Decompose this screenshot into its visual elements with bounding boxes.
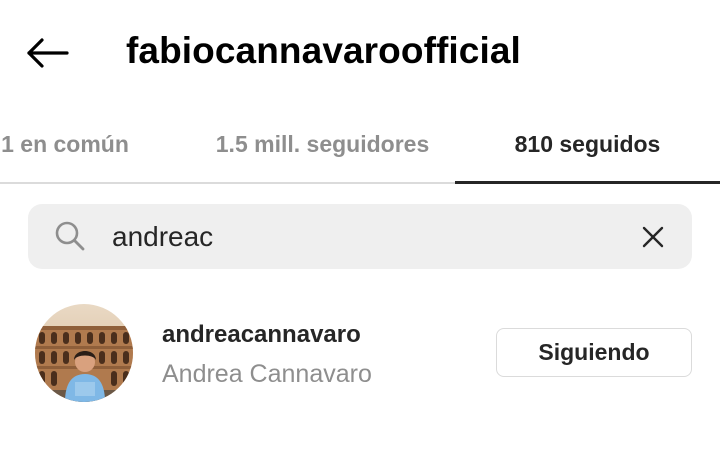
search-icon: [55, 221, 85, 251]
active-tab-indicator: [455, 181, 720, 184]
close-icon: [642, 226, 664, 248]
avatar[interactable]: [35, 304, 133, 402]
search-input[interactable]: [112, 212, 612, 262]
result-full-name: Andrea Cannavaro: [162, 360, 372, 388]
clear-search-button[interactable]: [636, 220, 670, 254]
result-username[interactable]: andreacannavaro: [162, 320, 361, 350]
back-button[interactable]: [22, 30, 74, 76]
tab-following[interactable]: 810 seguidos: [455, 104, 720, 184]
tab-followers[interactable]: 1.5 mill. seguidores: [190, 104, 455, 184]
arrow-left-icon: [27, 38, 69, 68]
avatar-image: [35, 304, 133, 402]
app-header: fabiocannavaroofficial: [0, 0, 720, 104]
following-button[interactable]: Siguiendo: [496, 328, 692, 377]
page-title: fabiocannavaroofficial: [126, 30, 521, 71]
tab-bar: 1 en común 1.5 mill. seguidores 810 segu…: [0, 104, 720, 184]
tab-mutual[interactable]: 1 en común: [0, 104, 170, 184]
